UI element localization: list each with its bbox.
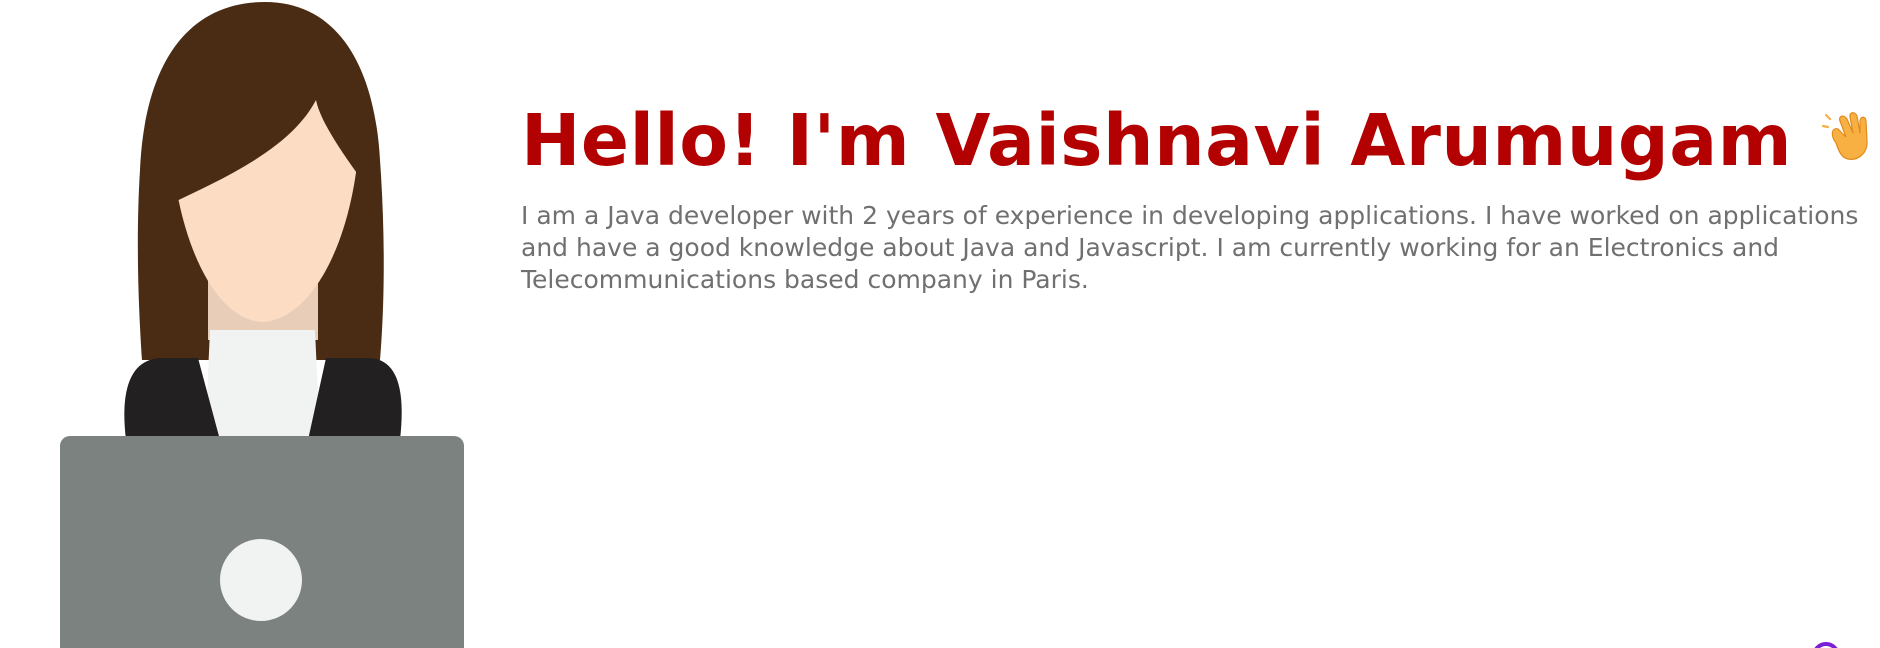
greeting-text: Hello! I'm Vaishnavi Arumugam bbox=[521, 99, 1793, 182]
waving-hand-icon bbox=[1822, 94, 1878, 184]
bio-line-3: Telecommunications based company in Pari… bbox=[521, 265, 1089, 295]
bio-paragraph: I am a Java developer with 2 years of ex… bbox=[521, 200, 1880, 296]
shirt bbox=[205, 330, 320, 440]
scroll-accent-circle[interactable] bbox=[1812, 642, 1840, 648]
page-title: Hello! I'm Vaishnavi Arumugam bbox=[521, 96, 1880, 190]
bio-line-1: I am a Java developer with 2 years of ex… bbox=[521, 201, 1859, 231]
jacket-right bbox=[308, 358, 402, 440]
developer-avatar-illustration bbox=[40, 0, 480, 648]
avatar-svg bbox=[60, 2, 464, 648]
portfolio-hero-page: Hello! I'm Vaishnavi Arumugam I am a Jav… bbox=[0, 0, 1880, 648]
bio-line-2: and have a good knowledge about Java and… bbox=[521, 233, 1780, 263]
laptop-logo bbox=[220, 539, 302, 621]
jacket-left bbox=[124, 358, 220, 440]
intro-section: Hello! I'm Vaishnavi Arumugam I am a Jav… bbox=[521, 96, 1880, 296]
